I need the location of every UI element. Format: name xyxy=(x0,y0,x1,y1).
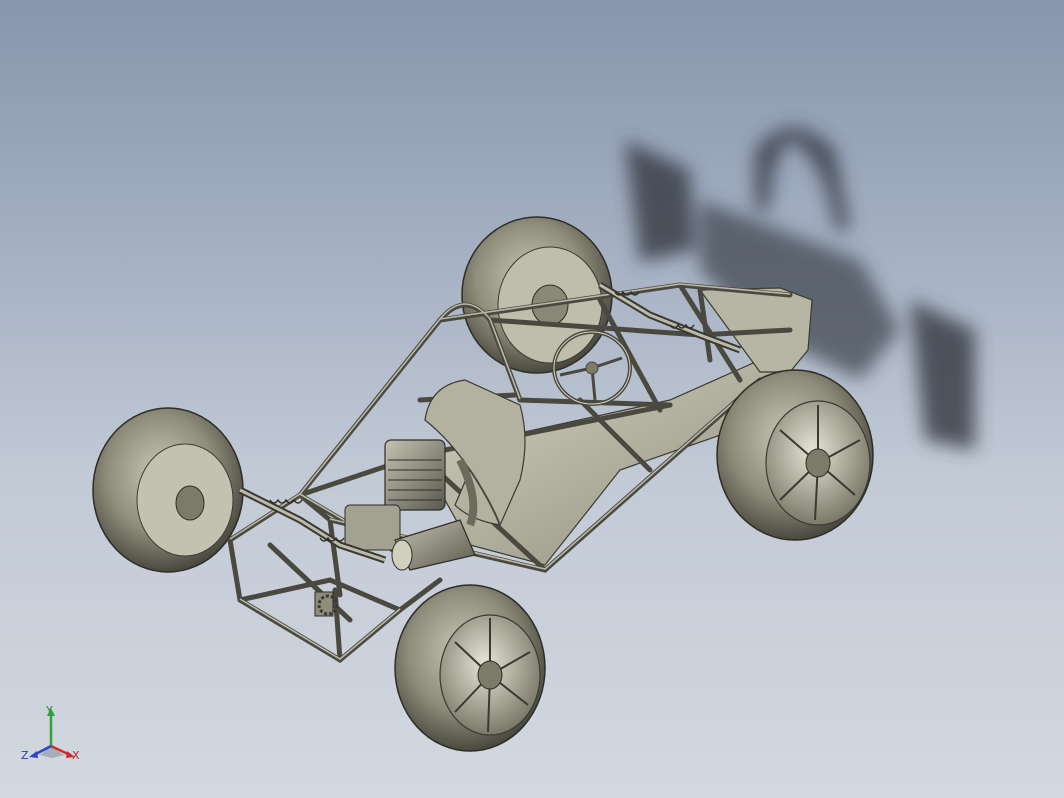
model-view[interactable] xyxy=(0,0,1064,798)
triad-x-label: X xyxy=(72,749,80,762)
z-axis-arrowhead xyxy=(29,751,38,758)
wheel-rear-left xyxy=(461,216,613,374)
wheel-rear-right xyxy=(716,369,874,541)
wheel-front-left xyxy=(92,407,244,573)
3d-viewport[interactable]: Y Z X xyxy=(0,0,1064,798)
orientation-triad[interactable]: Y Z X xyxy=(18,700,88,770)
wheel-front-right xyxy=(394,584,546,752)
triad-z-label: Z xyxy=(21,749,29,762)
triad-y-label: Y xyxy=(46,704,53,717)
